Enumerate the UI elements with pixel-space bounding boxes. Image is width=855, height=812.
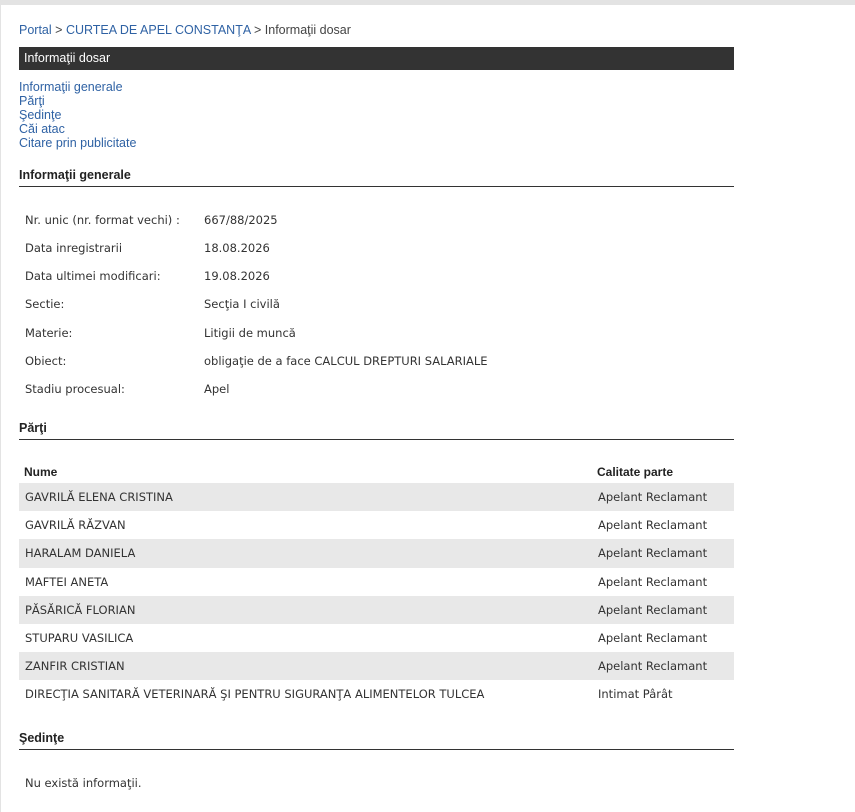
table-row: GAVRILĂ RĂZVAN Apelant Reclamant	[19, 511, 734, 539]
column-header-nume: Nume	[24, 465, 58, 479]
info-value: Litigii de muncă	[204, 326, 296, 340]
parti-heading: Părţi	[19, 421, 734, 440]
breadcrumb-court-link[interactable]: CURTEA DE APEL CONSTANŢA	[66, 23, 251, 37]
info-value: Apel	[204, 382, 230, 396]
page-title: Informaţii dosar	[19, 47, 734, 70]
breadcrumb-separator: >	[253, 23, 262, 37]
table-row: ZANFIR CRISTIAN Apelant Reclamant	[19, 652, 734, 681]
info-label: Sectie:	[25, 297, 65, 311]
breadcrumb-portal-link[interactable]: Portal	[19, 23, 52, 37]
table-header: Nume Calitate parte	[19, 461, 734, 483]
top-border	[0, 0, 855, 5]
party-role: Apelant Reclamant	[598, 630, 708, 645]
party-name: HARALAM DANIELA	[25, 546, 136, 561]
party-name: MAFTEI ANETA	[25, 574, 109, 589]
info-value: obligaţie de a face CALCUL DREPTURI SALA…	[204, 354, 488, 368]
section-nav: Informaţii generale Părţi Şedinţe Căi at…	[19, 80, 136, 150]
info-label: Stadiu procesual:	[25, 382, 125, 396]
party-role: Apelant Reclamant	[598, 546, 708, 561]
party-name: GAVRILĂ ELENA CRISTINA	[25, 490, 173, 504]
breadcrumb: Portal > CURTEA DE APEL CONSTANŢA > Info…	[19, 23, 351, 37]
nav-link-sedinte[interactable]: Şedinţe	[19, 108, 136, 122]
nav-link-informatii-generale[interactable]: Informaţii generale	[19, 80, 136, 94]
nav-link-cai-atac[interactable]: Căi atac	[19, 122, 136, 136]
party-role: Apelant Reclamant	[598, 602, 708, 617]
party-role: Apelant Reclamant	[598, 659, 708, 674]
table-row: GAVRILĂ ELENA CRISTINA Apelant Reclamant	[19, 483, 734, 512]
table-row: STUPARU VASILICA Apelant Reclamant	[19, 624, 734, 652]
nav-link-parti[interactable]: Părţi	[19, 94, 136, 108]
party-name: ZANFIR CRISTIAN	[25, 659, 125, 674]
info-value: 18.08.2026	[204, 241, 270, 255]
party-name: GAVRILĂ RĂZVAN	[25, 518, 126, 533]
info-value: 19.08.2026	[204, 269, 270, 283]
sedinte-heading: Şedinţe	[19, 731, 734, 750]
parti-table: Nume Calitate parte GAVRILĂ ELENA CRISTI…	[19, 461, 734, 709]
info-label: Nr. unic (nr. format vechi) :	[25, 213, 180, 227]
table-row: MAFTEI ANETA Apelant Reclamant	[19, 568, 734, 596]
info-label: Materie:	[25, 326, 73, 340]
info-label: Data ultimei modificari:	[25, 269, 161, 283]
party-role: Apelant Reclamant	[598, 490, 708, 504]
table-row: HARALAM DANIELA Apelant Reclamant	[19, 539, 734, 568]
column-header-calitate-parte: Calitate parte	[597, 465, 674, 479]
sedinte-empty-message: Nu există informaţii.	[25, 776, 142, 790]
info-label: Data inregistrarii	[25, 241, 123, 255]
info-value: Secţia I civilă	[204, 297, 280, 311]
table-row: PĂSĂRICĂ FLORIAN Apelant Reclamant	[19, 595, 734, 624]
party-name: PĂSĂRICĂ FLORIAN	[25, 602, 136, 617]
info-value: 667/88/2025	[204, 213, 278, 227]
info-label: Obiect:	[25, 354, 67, 368]
general-info-heading: Informaţii generale	[19, 168, 734, 187]
party-role: Apelant Reclamant	[598, 574, 708, 589]
table-row: DIRECŢIA SANITARĂ VETERINARĂ ŞI PENTRU S…	[19, 680, 734, 708]
breadcrumb-current: Informaţii dosar	[264, 23, 351, 37]
nav-link-citare-prin-publicitate[interactable]: Citare prin publicitate	[19, 136, 136, 150]
party-name: DIRECŢIA SANITARĂ VETERINARĂ ŞI PENTRU S…	[25, 687, 485, 702]
breadcrumb-separator: >	[55, 23, 63, 37]
party-role: Intimat Pârât	[598, 687, 673, 702]
party-role: Apelant Reclamant	[598, 518, 708, 533]
left-border	[0, 5, 1, 812]
party-name: STUPARU VASILICA	[25, 630, 134, 645]
